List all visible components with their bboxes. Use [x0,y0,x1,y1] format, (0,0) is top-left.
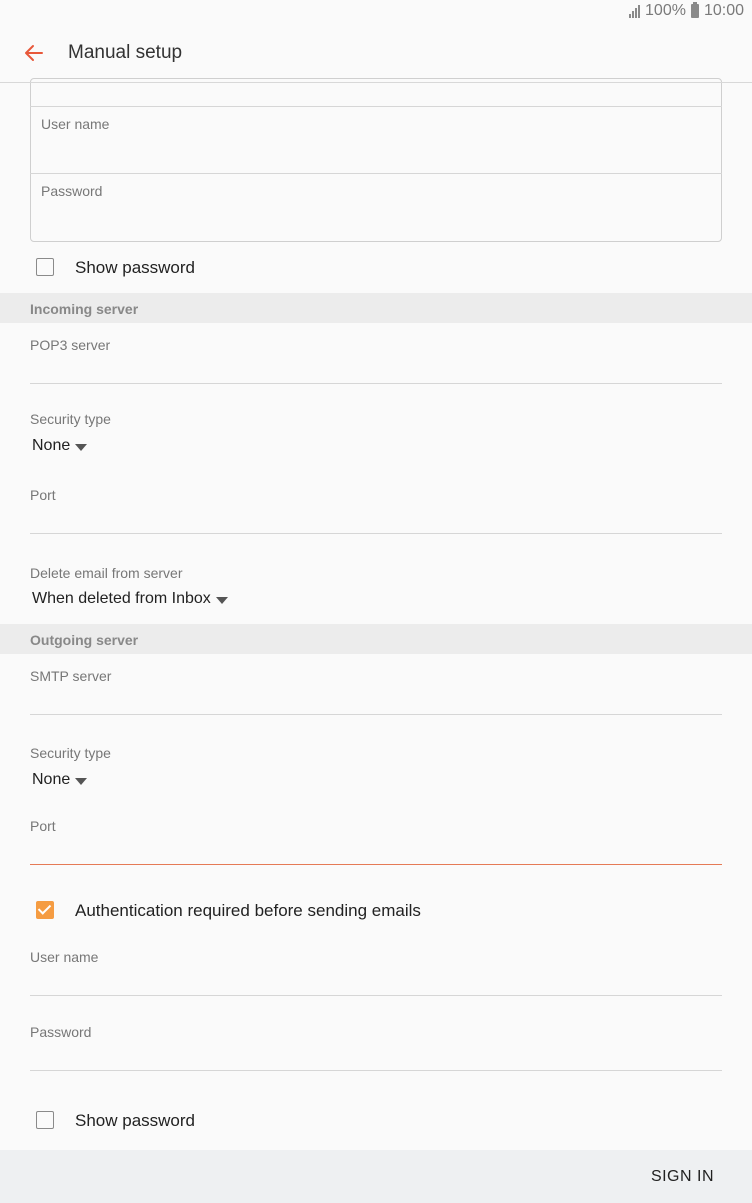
incoming-security-type-label: Security type [30,411,111,427]
incoming-security-type-dropdown[interactable]: None [32,437,88,455]
dropdown-arrow-icon [75,777,88,785]
page-title: Manual setup [68,42,183,63]
outgoing-port-label: Port [30,818,56,834]
clock: 10:00 [703,2,744,19]
battery-percent: 100% [645,2,686,19]
smtp-username-input[interactable] [30,995,722,996]
smtp-server-input[interactable] [30,714,722,715]
password-field[interactable]: Password [41,183,102,199]
smtp-show-password-checkbox[interactable] [36,1111,54,1129]
authentication-checkbox[interactable] [36,901,54,919]
incoming-port-input[interactable] [30,533,722,534]
outgoing-port-input[interactable] [30,864,722,865]
authentication-label: Authentication required before sending e… [75,901,421,920]
outgoing-server-header: Outgoing server [0,624,752,654]
pop3-server-input[interactable] [30,383,722,384]
dropdown-value: None [32,437,71,454]
dropdown-value: When deleted from Inbox [32,590,211,607]
smtp-server-label: SMTP server [30,668,112,684]
dropdown-arrow-icon [75,443,88,451]
divider [30,106,722,107]
incoming-port-label: Port [30,487,56,503]
signal-icon [629,4,641,18]
delete-email-label: Delete email from server [30,565,183,581]
app-bar-divider [0,82,752,83]
status-bar: 100% 10:00 [629,2,744,20]
dropdown-value: None [32,771,71,788]
back-arrow-icon[interactable] [22,40,48,66]
show-password-label: Show password [75,258,196,277]
outgoing-security-type-dropdown[interactable]: None [32,771,88,789]
battery-icon [690,2,699,18]
section-title: Incoming server [30,301,139,317]
sign-in-button[interactable]: SIGN IN [651,1168,714,1186]
account-fields-box [30,78,722,242]
dropdown-arrow-icon [215,596,228,604]
show-password-checkbox[interactable] [36,258,54,276]
outgoing-security-type-label: Security type [30,745,111,761]
delete-email-dropdown[interactable]: When deleted from Inbox [32,590,228,608]
smtp-password-input[interactable] [30,1070,722,1071]
incoming-server-header: Incoming server [0,293,752,323]
username-field[interactable]: User name [41,116,109,132]
smtp-username-label: User name [30,949,99,965]
bottom-action-bar [0,1150,752,1203]
smtp-show-password-label: Show password [75,1111,196,1130]
divider [30,173,722,174]
pop3-server-label: POP3 server [30,337,111,353]
smtp-password-label: Password [30,1024,92,1040]
section-title: Outgoing server [30,632,139,648]
